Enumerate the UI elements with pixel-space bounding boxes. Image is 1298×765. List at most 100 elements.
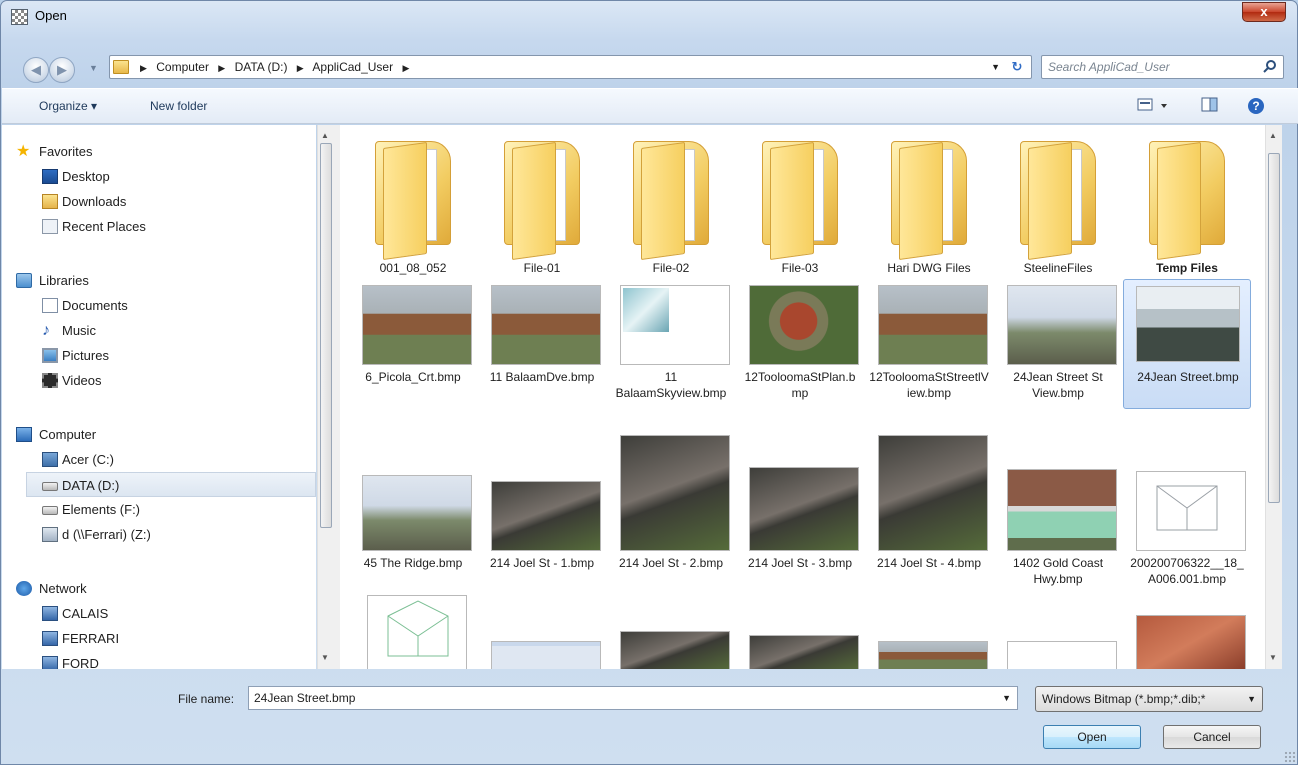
- breadcrumb-data-drive[interactable]: DATA (D:): [235, 60, 288, 74]
- file-item[interactable]: [865, 591, 993, 669]
- sidebar-item-documents[interactable]: Documents: [2, 293, 316, 318]
- recent-pages-dropdown[interactable]: ▼: [89, 63, 98, 73]
- dialog-footer: File name: 24Jean Street.bmp ▼ Windows B…: [2, 670, 1298, 765]
- navigation-pane-scrollbar[interactable]: ▲ ▼: [317, 125, 334, 669]
- file-item[interactable]: [349, 591, 477, 669]
- file-item[interactable]: [1123, 591, 1251, 669]
- file-item[interactable]: [994, 591, 1122, 669]
- sidebar-item-ford[interactable]: FORD: [2, 651, 316, 669]
- search-box[interactable]: Search AppliCad_User: [1041, 55, 1284, 79]
- folder-item[interactable]: SteelineFiles: [994, 133, 1122, 281]
- breadcrumb-computer[interactable]: Computer: [156, 60, 209, 74]
- scroll-thumb[interactable]: [1268, 153, 1280, 503]
- close-button[interactable]: x: [1242, 2, 1286, 22]
- file-item[interactable]: 214 Joel St - 4.bmp: [865, 431, 993, 591]
- folder-item[interactable]: 001_08_052: [349, 133, 477, 281]
- folder-item[interactable]: File-01: [478, 133, 606, 281]
- chevron-right-icon[interactable]: ▶: [218, 63, 225, 73]
- sidebar-item-calais[interactable]: CALAIS: [2, 601, 316, 626]
- back-button[interactable]: ◀: [23, 57, 49, 83]
- file-item[interactable]: 214 Joel St - 2.bmp: [607, 431, 735, 591]
- sidebar-item-computer[interactable]: Computer: [2, 422, 316, 447]
- image-thumbnail: [878, 641, 988, 669]
- file-item[interactable]: [736, 591, 864, 669]
- file-item[interactable]: 24Jean Street St View.bmp: [994, 281, 1122, 431]
- refresh-button[interactable]: ↻: [1006, 58, 1028, 76]
- network-drive-icon: [42, 527, 58, 542]
- file-name: 214 Joel St - 4.bmp: [876, 556, 982, 570]
- forward-button[interactable]: ▶: [49, 57, 75, 83]
- file-item[interactable]: 1402 Gold Coast Hwy.bmp: [994, 431, 1122, 591]
- cancel-button[interactable]: Cancel: [1163, 725, 1261, 749]
- file-item[interactable]: 214 Joel St - 3.bmp: [736, 431, 864, 591]
- file-name-value: 24Jean Street.bmp: [254, 691, 356, 705]
- breadcrumb-applicad-user[interactable]: AppliCad_User: [312, 60, 393, 74]
- file-item[interactable]: 214 Joel St - 1.bmp: [478, 431, 606, 591]
- scroll-thumb[interactable]: [320, 143, 332, 528]
- search-input[interactable]: Search AppliCad_User: [1048, 60, 1170, 74]
- sidebar-item-network[interactable]: Network: [2, 576, 316, 601]
- resize-grip-icon[interactable]: [1284, 751, 1296, 763]
- file-item[interactable]: 12TooloomaStPlan.bmp: [736, 281, 864, 431]
- sidebar-item-ferrari[interactable]: FERRARI: [2, 626, 316, 651]
- file-item-selected[interactable]: 24Jean Street.bmp: [1123, 279, 1251, 409]
- file-type-select[interactable]: Windows Bitmap (*.bmp;*.dib;* ▼: [1035, 686, 1263, 712]
- sidebar-item-elements-f[interactable]: Elements (F:): [2, 497, 316, 522]
- address-bar[interactable]: ▶ Computer ▶ DATA (D:) ▶ AppliCad_User ▶…: [109, 55, 1032, 79]
- file-item[interactable]: [607, 591, 735, 669]
- preview-pane-icon[interactable]: [1201, 96, 1219, 117]
- sidebar-item-favorites[interactable]: ★ Favorites: [2, 139, 316, 164]
- scroll-up-icon[interactable]: ▲: [1269, 131, 1277, 140]
- chevron-right-icon[interactable]: ▶: [140, 63, 147, 73]
- file-item[interactable]: 11 BalaamSkyview.bmp: [607, 281, 735, 431]
- sidebar-item-videos[interactable]: Videos: [2, 368, 316, 393]
- file-item[interactable]: 45 The Ridge.bmp: [349, 431, 477, 591]
- help-icon[interactable]: ?: [1246, 96, 1266, 119]
- open-button[interactable]: Open: [1043, 725, 1141, 749]
- sidebar-item-label: CALAIS: [62, 606, 109, 621]
- file-item[interactable]: [478, 591, 606, 669]
- folder-item[interactable]: File-03: [736, 133, 864, 281]
- chevron-right-icon[interactable]: ▶: [297, 63, 304, 73]
- sidebar-item-music[interactable]: ♪ Music: [2, 318, 316, 343]
- scroll-down-icon[interactable]: ▼: [321, 653, 329, 662]
- file-name: File-02: [652, 261, 690, 275]
- file-name: 12TooloomaStPlan.bmp: [744, 370, 856, 400]
- file-name: File-03: [781, 261, 819, 275]
- sidebar-item-acer-c[interactable]: Acer (C:): [2, 447, 316, 472]
- search-icon[interactable]: [1263, 59, 1277, 76]
- file-item[interactable]: 11 BalaamDve.bmp: [478, 281, 606, 431]
- folder-item[interactable]: File-02: [607, 133, 735, 281]
- sidebar-item-ferrari-z[interactable]: d (\\Ferrari) (Z:): [2, 522, 316, 547]
- sidebar-item-desktop[interactable]: Desktop: [2, 164, 316, 189]
- folder-item[interactable]: Hari DWG Files: [865, 133, 993, 281]
- sidebar-item-downloads[interactable]: Downloads: [2, 189, 316, 214]
- documents-icon: [42, 298, 58, 313]
- folder-item[interactable]: Temp Files: [1123, 133, 1251, 281]
- file-item[interactable]: 12TooloomaStStreetlView.bmp: [865, 281, 993, 431]
- chevron-right-icon[interactable]: ▶: [402, 63, 409, 73]
- file-item[interactable]: 200200706322__18_A006.001.bmp: [1123, 431, 1251, 591]
- sidebar-item-libraries[interactable]: Libraries: [2, 268, 316, 293]
- folder-icon: [373, 135, 453, 261]
- folder-icon: [502, 135, 582, 261]
- change-view-button[interactable]: [1137, 96, 1171, 117]
- scroll-up-icon[interactable]: ▲: [321, 131, 329, 140]
- file-name-input[interactable]: 24Jean Street.bmp ▼: [248, 686, 1018, 710]
- sidebar-item-recent-places[interactable]: Recent Places: [2, 214, 316, 239]
- file-name: Hari DWG Files: [887, 261, 971, 275]
- sidebar-item-data-d[interactable]: DATA (D:): [26, 472, 316, 497]
- image-thumbnail: [1007, 469, 1117, 551]
- sidebar-item-pictures[interactable]: Pictures: [2, 343, 316, 368]
- file-item[interactable]: 6_Picola_Crt.bmp: [349, 281, 477, 431]
- scroll-down-icon[interactable]: ▼: [1269, 653, 1277, 662]
- file-view-scrollbar[interactable]: ▲ ▼: [1265, 125, 1282, 669]
- chevron-down-icon[interactable]: ▼: [1002, 693, 1011, 703]
- address-history-dropdown[interactable]: ▼: [991, 62, 1000, 72]
- new-folder-button[interactable]: New folder: [150, 99, 207, 113]
- network-group: Network CALAIS FERRARI FORD: [2, 576, 316, 669]
- chevron-down-icon[interactable]: ▼: [1247, 694, 1256, 704]
- title-bar[interactable]: Open x: [1, 1, 1297, 31]
- file-name: File-01: [523, 261, 561, 275]
- organize-button[interactable]: Organize ▾: [39, 99, 97, 113]
